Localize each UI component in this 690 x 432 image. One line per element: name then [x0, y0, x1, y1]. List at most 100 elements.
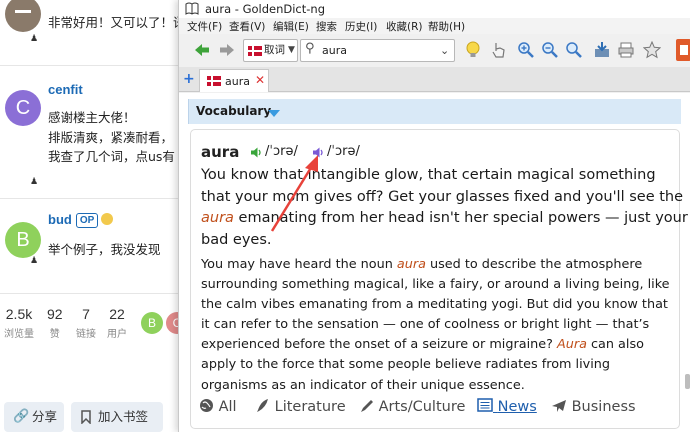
tab-aura[interactable]: aura ✕ [199, 69, 269, 92]
text-run: organisms as an indicator of their uniqu… [201, 377, 525, 393]
link-icon: 🔗 [13, 409, 30, 424]
highlighted-word: Aura [556, 337, 587, 353]
post-text: 举个例子，我没发现 [48, 242, 161, 257]
back-button[interactable] [191, 39, 213, 61]
divider [0, 293, 190, 294]
text-line: bad eyes. [201, 230, 671, 252]
menu-file[interactable]: 文件(F) [187, 19, 222, 34]
text-run: You know that intangible glow, that cert… [201, 167, 656, 183]
stat-likes: 92 赞 [47, 306, 63, 340]
goldendict-window: aura - GoldenDict-ng 文件(F) 查看(V) 编辑(E) 搜… [178, 0, 690, 432]
dictionary-header[interactable]: Vocabulary [188, 99, 681, 124]
category-label: All [218, 399, 237, 415]
category-news[interactable]: News [477, 398, 537, 415]
category-business[interactable]: Business [551, 398, 636, 415]
menu-search[interactable]: 搜索 [316, 19, 337, 34]
speaker-icon[interactable] [250, 146, 263, 159]
menu-favorites[interactable]: 收藏(R) [386, 19, 423, 34]
print-button[interactable] [615, 39, 637, 61]
chevron-down-icon[interactable]: ⌄ [440, 44, 449, 57]
participant-avatar[interactable]: B [141, 312, 163, 334]
group-select[interactable]: 取词 ▼ [243, 39, 298, 62]
star-icon [642, 40, 662, 59]
category-all[interactable]: All [199, 398, 237, 415]
username[interactable]: cenfit [48, 82, 83, 97]
plane-icon [552, 400, 566, 412]
category-label: Arts/Culture [378, 399, 466, 415]
text-run: You may have heard the noun [201, 257, 397, 272]
bookmark-button[interactable]: 加入书签 [71, 402, 163, 432]
text-line: that your mom gives off? Get your glasse… [201, 187, 683, 209]
zoom-in-icon [518, 42, 534, 58]
text-line: the calm vibes emanating from a meditati… [201, 295, 671, 315]
collapse-triangle-icon[interactable] [268, 110, 280, 117]
stat-label: 链接 [76, 329, 96, 340]
menu-view[interactable]: 查看(V) [229, 19, 265, 34]
avatar[interactable]: B [5, 222, 41, 258]
text-run: that your mom gives off? Get your glasse… [201, 188, 684, 205]
speaker-icon[interactable] [312, 146, 325, 159]
stat-value: 92 [47, 306, 63, 322]
definition-body: You may have heard the noun aura used to… [201, 255, 671, 396]
definition-card: aura /ˈɔrə/ /ˈɔrə/ You know that intangi… [190, 129, 688, 429]
stat-views: 2.5k 浏览量 [4, 306, 34, 340]
pronunciation-uk: /ˈɔrə/ [265, 144, 298, 159]
favorite-button[interactable] [641, 39, 663, 61]
post-text: 我查了几个词，点us有 [48, 149, 175, 164]
zoom-out-icon [542, 42, 558, 58]
avatar[interactable]: C [5, 90, 41, 126]
category-label: Literature [274, 399, 346, 415]
scrollbar-thumb[interactable] [685, 374, 690, 389]
text-line: experienced before the onset of a seizur… [201, 335, 671, 355]
dictionary-name: Vocabulary [196, 104, 272, 118]
search-icon: ⚲ [305, 41, 315, 56]
save-icon [595, 42, 609, 57]
text-run: the calm vibes emanating from a meditati… [201, 297, 668, 313]
menu-history[interactable]: 历史(I) [345, 19, 377, 34]
zoom-out-button[interactable] [539, 39, 561, 61]
text-line: surrounding something magical, like a fa… [201, 275, 671, 295]
category-arts-culture[interactable]: Arts/Culture [359, 398, 465, 415]
zoom-reset-button[interactable] [563, 39, 585, 61]
zoom-in-button[interactable] [515, 39, 537, 61]
forward-button[interactable] [216, 39, 238, 61]
save-article-button[interactable] [591, 39, 613, 61]
post-text: 感谢楼主大佬！ [48, 110, 136, 125]
highlighted-word: aura [201, 210, 234, 226]
usage-categories: All Literature Arts/Culture News Busines… [199, 398, 679, 420]
user-status-icon: ♟ [30, 34, 39, 44]
hand-pointer-icon [492, 43, 505, 58]
scan-popup-button[interactable] [462, 39, 484, 61]
user-status-icon: ♟ [30, 177, 39, 187]
stat-value: 22 [109, 306, 125, 322]
op-badge: OP [75, 213, 99, 228]
category-label: News [497, 399, 537, 415]
zoom-reset-icon [566, 42, 582, 58]
title-bar[interactable]: aura - GoldenDict-ng [179, 0, 690, 18]
username-label: bud [48, 212, 72, 227]
pronounce-button[interactable] [487, 39, 509, 61]
text-run: apply to the force that some people beli… [201, 357, 611, 373]
username[interactable]: bud OP [48, 212, 114, 228]
avatar-letter: B [16, 229, 30, 251]
add-tab-icon[interactable]: + [183, 71, 195, 87]
text-run: bad eyes. [201, 231, 272, 248]
menu-edit[interactable]: 编辑(E) [273, 19, 309, 34]
printer-icon [618, 42, 634, 58]
avatar[interactable] [5, 0, 41, 32]
search-box[interactable]: ⚲ ⌄ [300, 39, 455, 62]
share-button[interactable]: 🔗 分享 [4, 402, 64, 432]
menu-icon [679, 45, 688, 55]
search-input[interactable] [322, 43, 432, 58]
category-literature[interactable]: Literature [255, 398, 346, 415]
stat-label: 浏览量 [4, 329, 34, 340]
menu-button[interactable] [676, 39, 690, 61]
text-run: emanating from her head isn't her specia… [233, 210, 688, 226]
close-icon[interactable]: ✕ [255, 73, 265, 87]
forward-arrow-icon [220, 44, 234, 56]
avatar-graphic-icon [15, 10, 31, 13]
tab-bar: + aura ✕ [179, 67, 690, 92]
definition-lead: You know that intangible glow, that cert… [201, 165, 688, 252]
menu-help[interactable]: 帮助(H) [428, 19, 465, 34]
text-run: can also [586, 337, 644, 353]
